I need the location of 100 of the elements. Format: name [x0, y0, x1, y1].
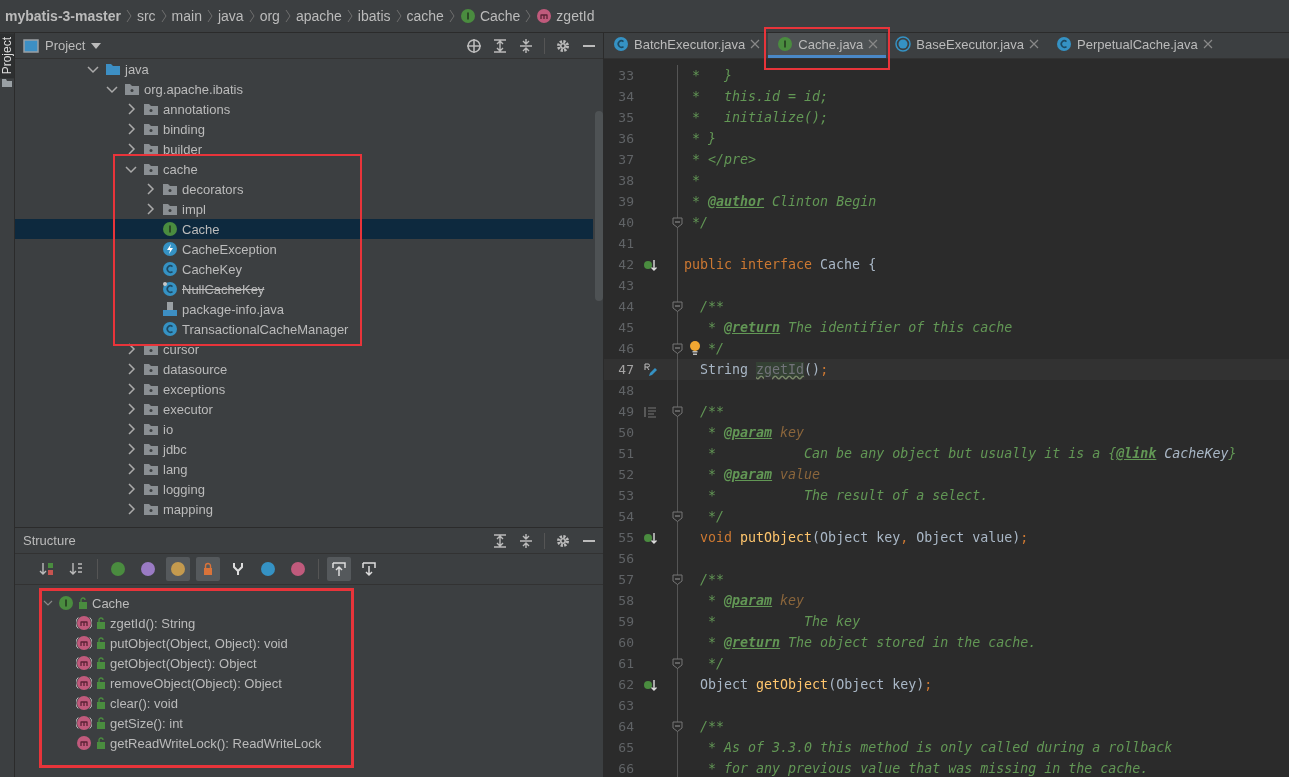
method-icon [76, 695, 92, 711]
lock-icon [96, 717, 106, 729]
tree-item[interactable]: CacheException [15, 239, 593, 259]
line-number: 49 [617, 404, 634, 419]
editor-tab[interactable]: BatchExecutor.java [604, 33, 769, 58]
breadcrumb[interactable]: zgetId [536, 8, 595, 24]
line-number: 47 [617, 362, 634, 377]
tree-item[interactable]: getObject(Object): Object [42, 653, 322, 673]
code-line: */ [708, 656, 725, 671]
fold-icon[interactable] [672, 343, 683, 354]
line-number: 52 [617, 467, 634, 482]
tree-item[interactable]: io [15, 419, 593, 439]
panel-title: Structure [23, 533, 76, 548]
fold-icon[interactable] [672, 574, 683, 585]
fold-icon[interactable] [672, 721, 683, 732]
tree-item[interactable]: lang [15, 459, 593, 479]
tree-item[interactable]: impl [15, 199, 593, 219]
fold-icon[interactable] [672, 301, 683, 312]
tree-item[interactable]: Cache [42, 593, 322, 613]
tree-item[interactable]: getSize(): int [42, 713, 322, 733]
fold-icon[interactable] [672, 217, 683, 228]
tree-item[interactable]: putObject(Object, Object): void [42, 633, 322, 653]
settings-icon[interactable] [555, 532, 571, 549]
line-number: 43 [617, 278, 634, 293]
code-line: * this.id = id; [692, 89, 829, 104]
folder-icon [143, 421, 159, 437]
tree-item[interactable]: decorators [15, 179, 593, 199]
tree-item[interactable]: TransactionalCacheManager [15, 319, 593, 339]
tree-item[interactable]: removeObject(Object): Object [42, 673, 322, 693]
folder-icon [143, 501, 159, 517]
tree-item[interactable]: clear(): void [42, 693, 322, 713]
tree-item[interactable]: mapping [15, 499, 593, 519]
tree-item[interactable]: jdbc [15, 439, 593, 459]
side-tab[interactable]: Project [0, 33, 14, 79]
folder-icon [143, 161, 159, 177]
close-icon[interactable] [1029, 39, 1040, 49]
fold-icon[interactable] [672, 511, 683, 522]
breadcrumb[interactable]: ibatis [357, 8, 391, 24]
tree-item[interactable]: NullCacheKey [15, 279, 593, 299]
close-icon[interactable] [1202, 39, 1213, 49]
breadcrumb[interactable]: org [259, 8, 280, 24]
expand-all-icon[interactable] [492, 37, 508, 54]
code-line: */ [708, 509, 725, 524]
tree-item[interactable]: org.apache.ibatis [15, 79, 593, 99]
folder-icon [143, 361, 159, 377]
lock-icon [96, 637, 106, 649]
panel-dropdown[interactable]: Project [23, 38, 102, 53]
line-number: 57 [617, 572, 634, 587]
folder-icon [162, 201, 178, 217]
panel-icon [23, 38, 39, 53]
separator-icon [284, 9, 291, 23]
breadcrumb[interactable]: src [136, 8, 156, 24]
fold-icon[interactable] [672, 406, 683, 417]
breadcrumb[interactable]: main [171, 8, 202, 24]
tree-item[interactable]: executor [15, 399, 593, 419]
tree-item[interactable]: package-info.java [15, 299, 593, 319]
separator-icon [248, 9, 255, 23]
tree-item[interactable]: binding [15, 119, 593, 139]
editor-tab[interactable]: BaseExecutor.java [886, 33, 1048, 58]
scrollbar-thumb[interactable] [595, 111, 603, 301]
tree-item[interactable]: exceptions [15, 379, 593, 399]
abstract-class-icon [895, 36, 912, 52]
expand-all-icon[interactable] [492, 532, 508, 549]
lightbulb-icon[interactable] [689, 340, 701, 356]
locate-icon[interactable] [466, 37, 482, 54]
tree-item[interactable]: logging [15, 479, 593, 499]
tree-item[interactable]: Cache [15, 219, 593, 239]
collapse-all-icon[interactable] [518, 37, 534, 54]
class-icon [1056, 36, 1073, 52]
tree-item[interactable]: getReadWriteLock(): ReadWriteLock [42, 733, 322, 753]
tree-item[interactable]: CacheKey [15, 259, 593, 279]
collapse-all-icon[interactable] [518, 532, 534, 549]
class-icon [162, 281, 178, 297]
tree-item[interactable]: zgetId(): String [42, 613, 322, 633]
toolbar-button[interactable] [327, 557, 351, 581]
breadcrumb[interactable]: java [217, 8, 244, 24]
editor-tab[interactable]: PerpetualCache.java [1047, 33, 1221, 58]
code-line: * @return The identifier of this cache [708, 320, 1013, 335]
lock-icon [96, 677, 106, 689]
code-line: * } [692, 68, 733, 83]
settings-icon[interactable] [555, 37, 571, 54]
tree-item[interactable]: builder [15, 139, 593, 159]
method-icon [76, 635, 92, 651]
breadcrumb[interactable]: apache [295, 8, 342, 24]
breadcrumb[interactable]: cache [406, 8, 444, 24]
tree-item[interactable]: java [15, 59, 593, 79]
line-number: 60 [617, 635, 634, 650]
tree-item[interactable]: annotations [15, 99, 593, 119]
editor-tab[interactable]: Cache.java [768, 33, 887, 58]
tree-item[interactable]: cache [15, 159, 593, 179]
fold-icon[interactable] [672, 658, 683, 669]
tree-item[interactable]: datasource [15, 359, 593, 379]
breadcrumb[interactable]: Cache [459, 8, 521, 24]
exception-icon [162, 241, 178, 257]
tree-item[interactable]: cursor [15, 339, 593, 359]
line-number: 62 [617, 677, 634, 692]
separator-icon [395, 9, 402, 23]
close-icon[interactable] [750, 39, 761, 49]
folder-icon [143, 121, 159, 137]
breadcrumb[interactable]: mybatis-3-master [5, 8, 121, 24]
